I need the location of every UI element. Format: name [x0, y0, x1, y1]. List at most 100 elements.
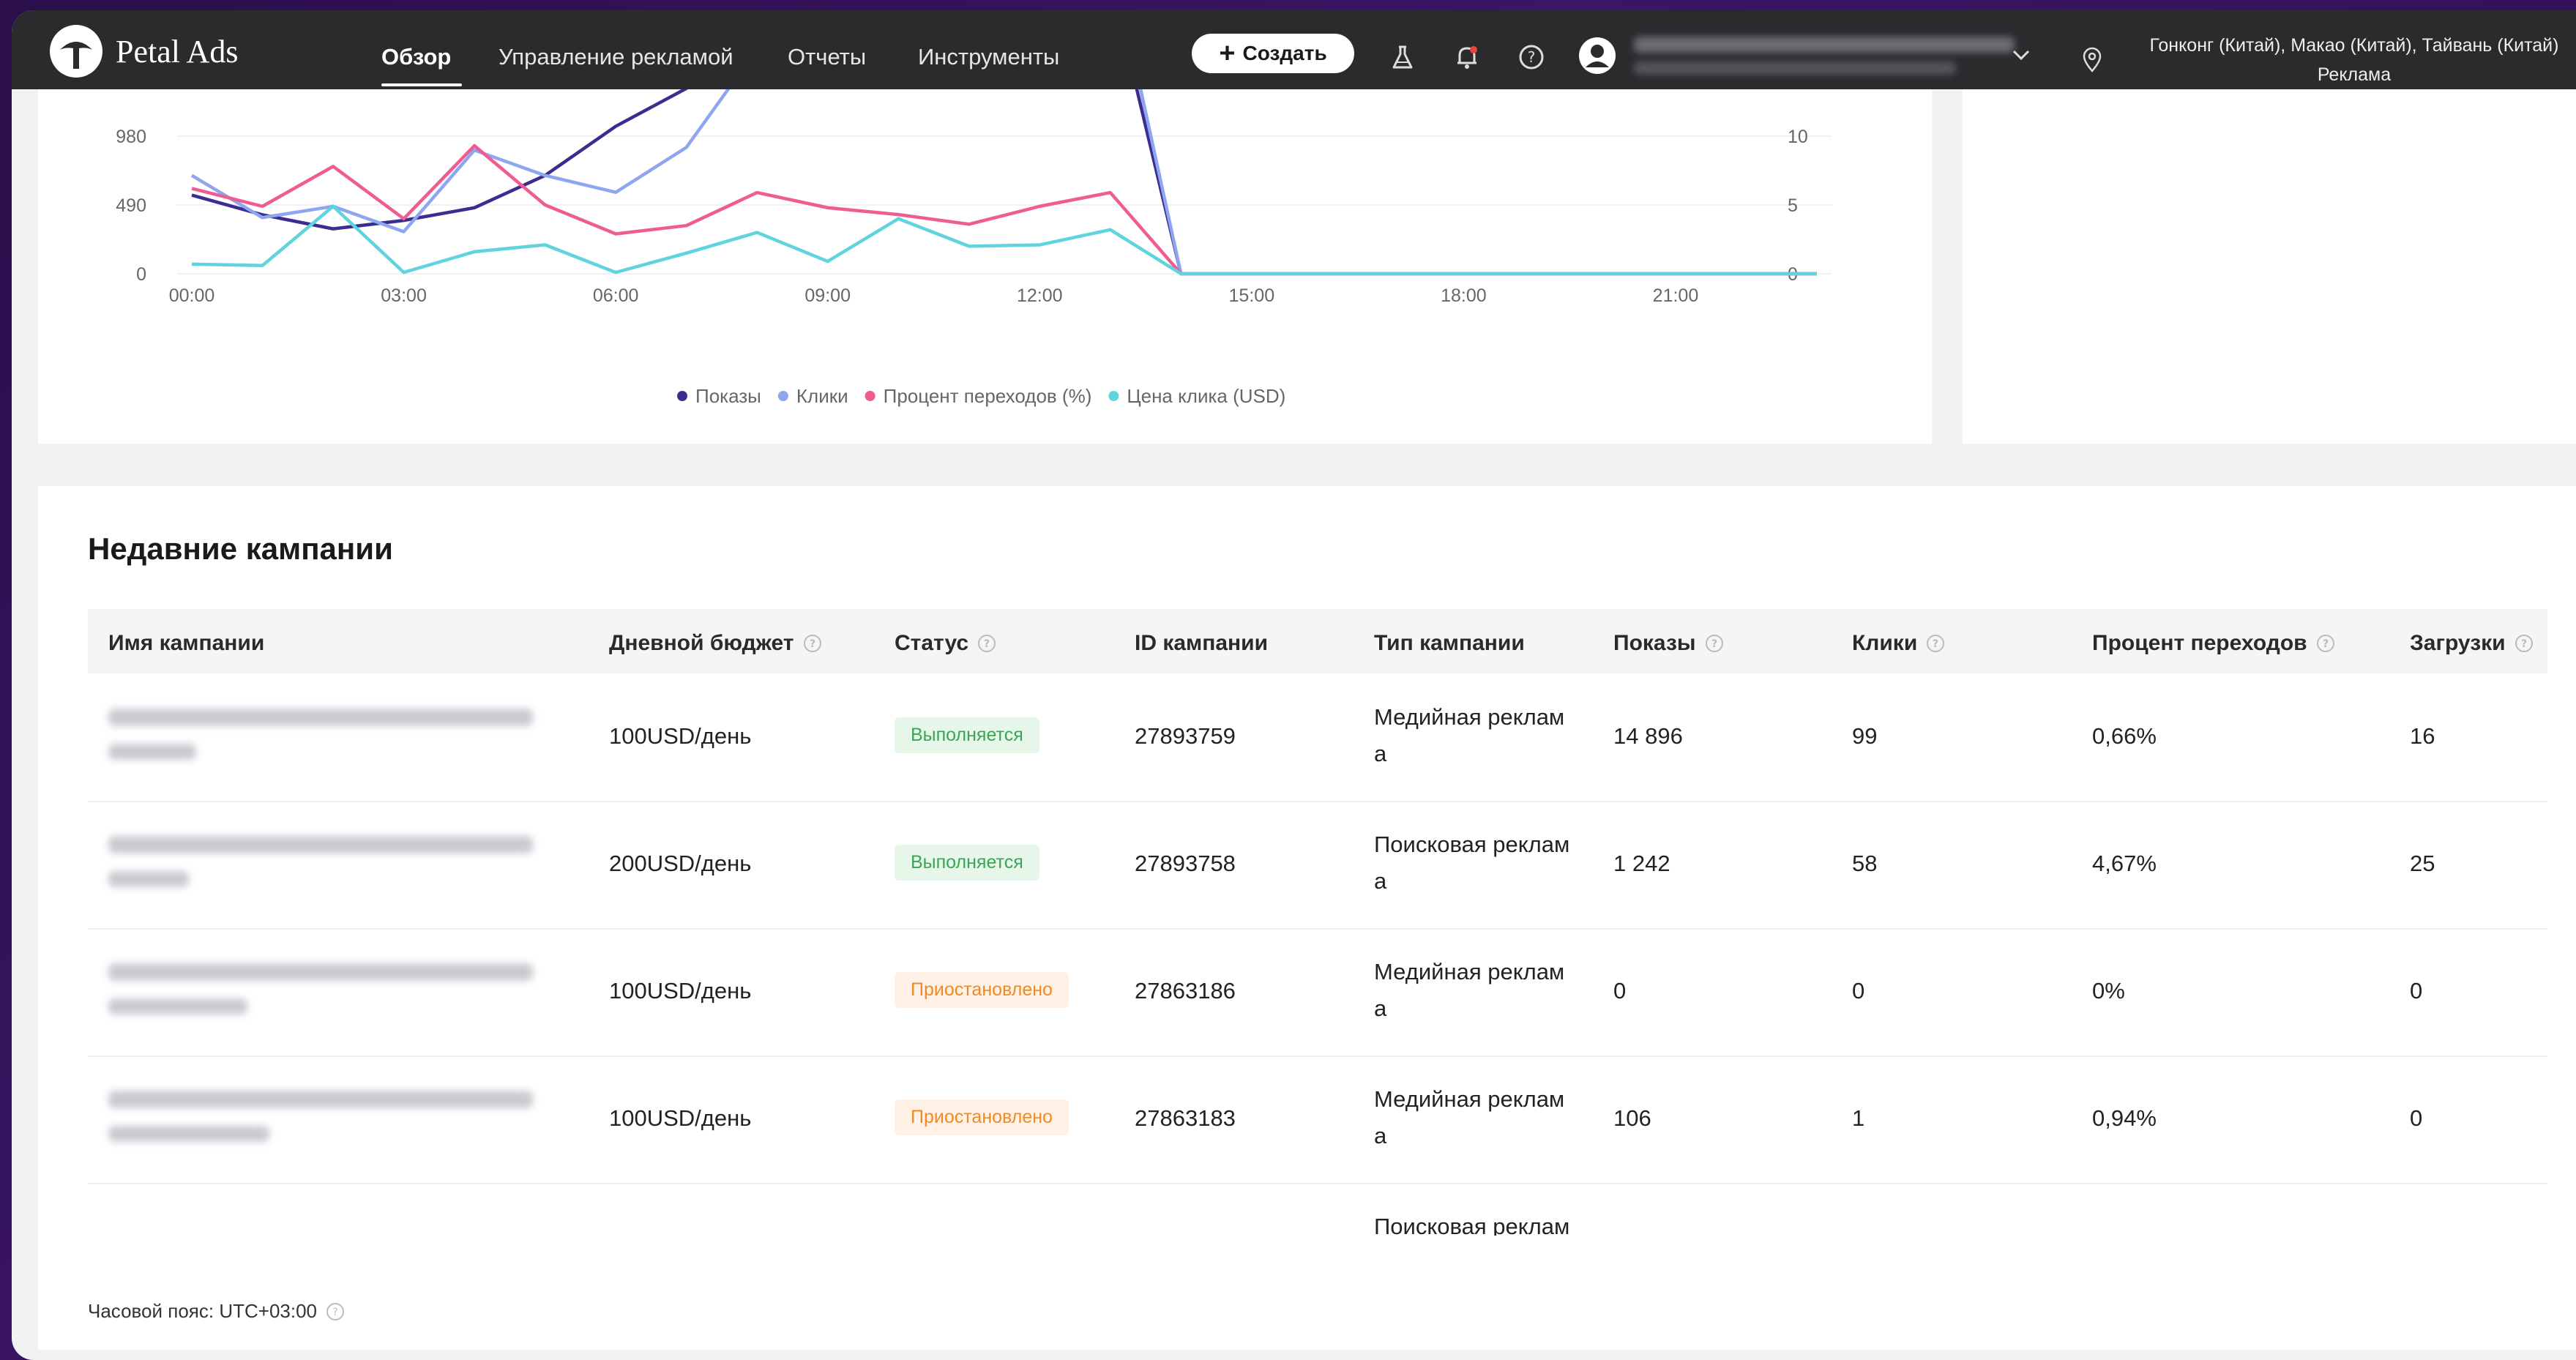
svg-text:?: ?	[2323, 638, 2329, 650]
y-right-tick-label: 10	[1788, 127, 1808, 147]
table-row[interactable]: 100USD/день Выполняется 27893759 Медийна…	[88, 673, 2547, 802]
series-line-2	[191, 143, 1817, 276]
table-row[interactable]: Поисковая реклам	[88, 1183, 2547, 1236]
campaign-type: Медийная реклам	[1374, 959, 1565, 984]
ctr-value: 0%	[2092, 978, 2125, 1004]
legend-label[interactable]: Клики	[796, 385, 848, 407]
campaign-type-wrap: а	[1374, 868, 1387, 894]
impressions-value: 1 242	[1613, 851, 1670, 876]
create-button[interactable]: + Создать	[1192, 34, 1354, 73]
svg-text:?: ?	[1933, 638, 1938, 650]
y-left-tick-label: 980	[116, 127, 146, 147]
nav-reports[interactable]: Отчеты	[788, 44, 866, 70]
impressions-value: 14 896	[1613, 723, 1683, 749]
timezone-label: Часовой пояс: UTC+03:00	[88, 1300, 318, 1322]
notification-bell-icon[interactable]	[1452, 42, 1482, 72]
campaign-id: 27893759	[1135, 723, 1236, 749]
side-panel-card	[1963, 89, 2576, 444]
downloads-value: 16	[2410, 723, 2435, 749]
campaign-type-wrap: а	[1374, 995, 1387, 1021]
location-pin-icon	[2083, 47, 2102, 72]
petal-logo-icon	[50, 25, 102, 78]
region-subtitle: Реклама	[2317, 64, 2392, 85]
x-tick-label: 12:00	[1017, 285, 1063, 306]
lab-flask-icon[interactable]	[1388, 42, 1417, 72]
info-icon[interactable]: ?	[1705, 634, 1724, 653]
legend-marker	[1108, 391, 1119, 401]
x-tick-label: 09:00	[804, 285, 851, 306]
recent-campaigns-card: Недавние кампании Имя кампании Дневной б…	[38, 486, 2576, 1350]
column-header-clicks[interactable]: Клики?	[1852, 631, 1945, 656]
table-row[interactable]: 200USD/день Выполняется 27893758 Поисков…	[88, 801, 2547, 930]
avatar-icon	[1579, 37, 1616, 74]
column-header-type[interactable]: Тип кампании	[1374, 631, 1525, 656]
timezone-note: Часовой пояс: UTC+03:00 ?	[88, 1300, 345, 1323]
status-badge: Выполняется	[895, 717, 1039, 753]
info-icon[interactable]: ?	[2316, 634, 2335, 653]
impressions-value: 0	[1613, 978, 1627, 1004]
info-icon[interactable]: ?	[326, 1302, 345, 1321]
campaign-type: Медийная реклам	[1374, 704, 1565, 730]
campaign-type: Медийная реклам	[1374, 1086, 1565, 1112]
daily-budget: 100USD/день	[609, 1105, 752, 1131]
column-header-impressions[interactable]: Показы?	[1613, 631, 1724, 656]
status-badge: Приостановлено	[895, 972, 1069, 1008]
info-icon[interactable]: ?	[2515, 634, 2534, 653]
x-tick-label: 06:00	[593, 285, 639, 306]
column-header-ctr[interactable]: Процент переходов?	[2092, 631, 2335, 656]
status-badge: Выполняется	[895, 845, 1039, 881]
legend-label[interactable]: Показы	[695, 385, 761, 407]
campaign-type-wrap: а	[1374, 741, 1387, 766]
y-left-tick-label: 490	[116, 195, 146, 216]
impressions-value: 106	[1613, 1105, 1651, 1131]
account-name-redacted	[1634, 37, 2015, 53]
top-navigation-bar: Petal Ads Обзор Управление рекламой Отче…	[12, 10, 2576, 89]
legend-label[interactable]: Цена клика (USD)	[1127, 385, 1285, 407]
chevron-down-icon	[2012, 50, 2030, 61]
region-selector[interactable]: Гонконг (Китай), Макао (Китай), Тайвань …	[2120, 31, 2576, 89]
section-title: Недавние кампании	[88, 531, 393, 566]
plus-icon: +	[1219, 37, 1236, 69]
legend-label[interactable]: Процент переходов (%)	[884, 385, 1092, 407]
column-header-budget[interactable]: Дневной бюджет?	[609, 631, 822, 656]
y-left-tick-label: 0	[136, 264, 146, 285]
x-tick-label: 15:00	[1229, 285, 1275, 306]
region-list: Гонконг (Китай), Макао (Китай), Тайвань …	[2149, 35, 2559, 56]
info-icon[interactable]: ?	[1926, 634, 1945, 653]
clicks-value: 58	[1852, 851, 1878, 876]
clicks-value: 99	[1852, 723, 1878, 749]
column-header-status[interactable]: Статус?	[895, 631, 996, 656]
legend-marker	[777, 391, 788, 401]
nav-tools[interactable]: Инструменты	[918, 44, 1059, 70]
logo[interactable]: Petal Ads	[50, 25, 238, 78]
svg-text:?: ?	[2521, 638, 2527, 650]
x-tick-label: 18:00	[1441, 285, 1487, 306]
table-row[interactable]: 100USD/день Приостановлено 27863183 Меди…	[88, 1056, 2547, 1184]
ctr-value: 4,67%	[2092, 851, 2157, 876]
help-icon[interactable]: ?	[1517, 42, 1546, 72]
column-header-id[interactable]: ID кампании	[1135, 631, 1268, 656]
downloads-value: 0	[2410, 978, 2423, 1004]
table-row[interactable]: 100USD/день Приостановлено 27863186 Меди…	[88, 928, 2547, 1057]
nav-overview[interactable]: Обзор	[381, 44, 451, 70]
campaign-id: 27893758	[1135, 851, 1236, 876]
legend-marker	[865, 391, 876, 401]
ctr-value: 0,66%	[2092, 723, 2157, 749]
info-icon[interactable]: ?	[803, 634, 822, 653]
daily-budget: 100USD/день	[609, 723, 752, 749]
status-badge: Приостановлено	[895, 1099, 1069, 1135]
info-icon[interactable]: ?	[977, 634, 996, 653]
clicks-value: 0	[1852, 978, 1865, 1004]
ctr-value: 0,94%	[2092, 1105, 2157, 1131]
svg-text:?: ?	[984, 638, 990, 650]
y-right-tick-label: 5	[1788, 195, 1798, 216]
daily-budget: 200USD/день	[609, 851, 752, 876]
performance-chart-card: 0 490 980 0 5 10 00:00 03:00 06:00 09:00 12:00 15:0…	[38, 89, 1932, 444]
app-window: Petal Ads Обзор Управление рекламой Отче…	[12, 10, 2576, 1360]
column-header-downloads[interactable]: Загрузки?	[2410, 631, 2534, 656]
x-tick-label: 21:00	[1653, 285, 1699, 306]
column-header-name[interactable]: Имя кампании	[108, 631, 264, 656]
nav-ad-management[interactable]: Управление рекламой	[499, 44, 733, 70]
daily-budget: 100USD/день	[609, 978, 752, 1004]
x-tick-label: 03:00	[381, 285, 427, 306]
